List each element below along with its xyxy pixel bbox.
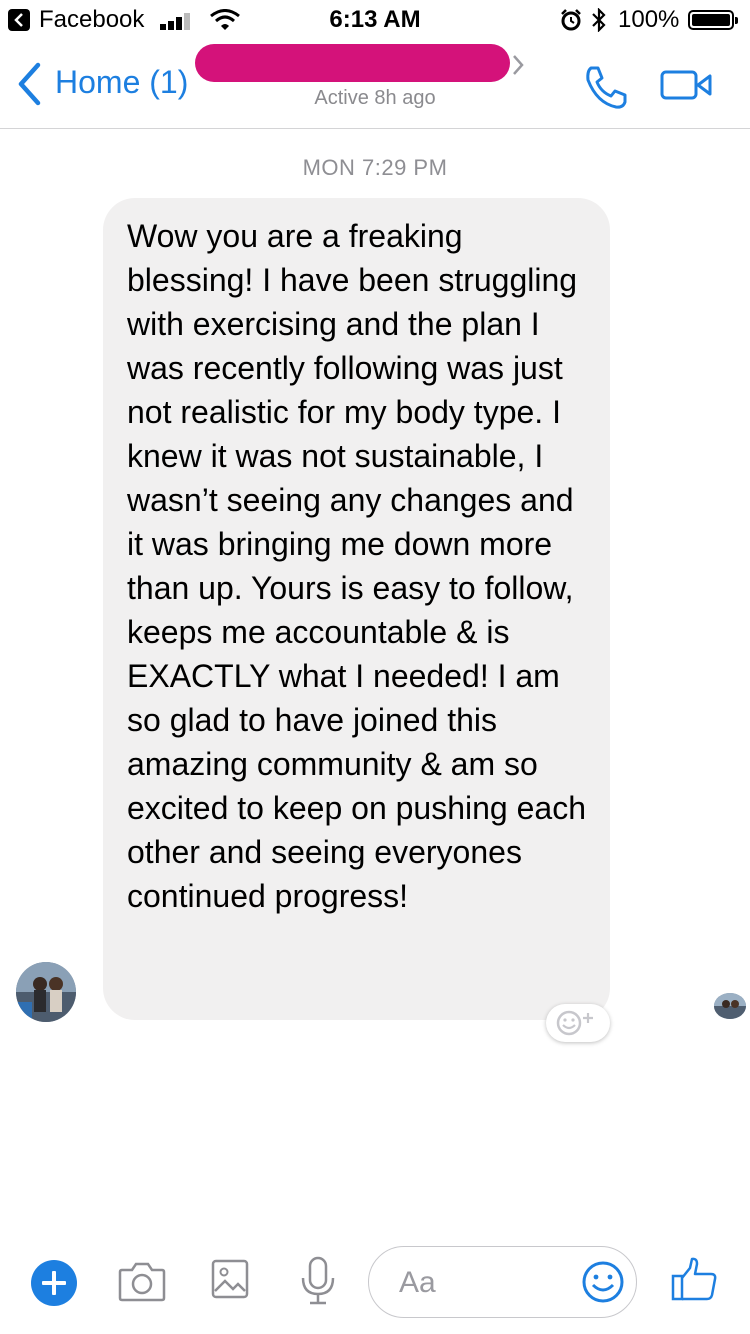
message-bubble[interactable]: Wow you are a freaking blessing! I have … [103, 198, 610, 1020]
wifi-icon [210, 9, 240, 30]
add-reaction-button[interactable] [546, 1004, 610, 1042]
signal-icon [160, 13, 190, 30]
plus-icon[interactable] [31, 1260, 77, 1306]
conversation-header: Home (1) Active 8h ago [0, 40, 750, 129]
bluetooth-icon [592, 8, 606, 32]
chevron-right-icon[interactable] [512, 54, 524, 76]
contact-name-redacted[interactable] [195, 44, 510, 82]
add-reaction-icon [556, 1010, 593, 1036]
microphone-icon[interactable] [300, 1256, 336, 1306]
battery-icon [688, 10, 738, 30]
thumbs-up-icon[interactable] [670, 1256, 718, 1302]
status-bar: Facebook 6:13 AM 100% [0, 0, 750, 40]
image-icon[interactable] [211, 1259, 249, 1299]
phone-icon[interactable] [583, 64, 629, 110]
back-to-app-label[interactable]: Facebook [39, 6, 144, 34]
message-text: Wow you are a freaking blessing! I have … [127, 218, 586, 914]
message-timestamp: MON 7:29 PM [302, 155, 448, 180]
camera-icon[interactable] [118, 1260, 166, 1302]
alarm-icon [561, 9, 581, 31]
message-input-placeholder: Aa [399, 1266, 436, 1299]
facebook-back-icon[interactable] [8, 9, 30, 31]
message-composer: Aa [0, 1240, 750, 1334]
back-chevron-icon[interactable] [16, 62, 42, 106]
back-button-label[interactable]: Home (1) [55, 64, 188, 101]
emoji-icon[interactable] [581, 1260, 625, 1304]
sender-avatar[interactable] [16, 962, 76, 1022]
message-input[interactable]: Aa [368, 1246, 637, 1318]
video-icon[interactable] [660, 70, 712, 100]
battery-percentage: 100% [618, 6, 680, 33]
seen-indicator-avatar [714, 993, 746, 1019]
